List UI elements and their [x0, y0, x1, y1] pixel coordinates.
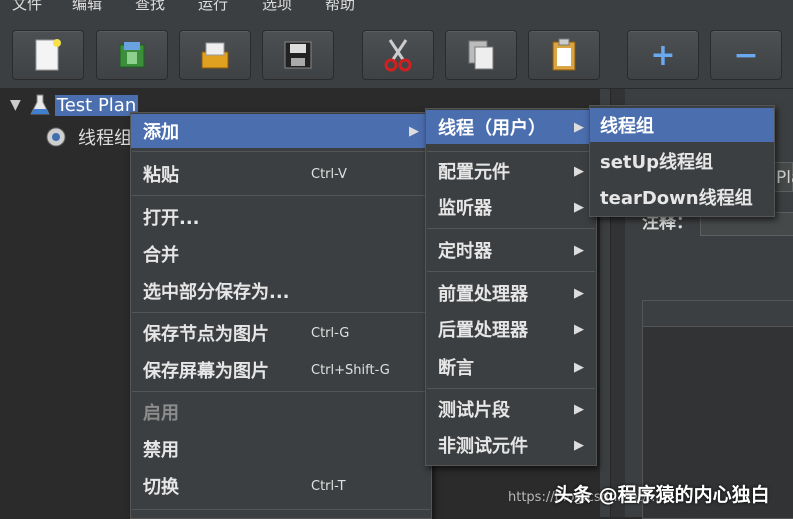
menu-file[interactable]: 文件: [12, 0, 42, 12]
submenu-arrow-icon: ▶: [574, 437, 584, 453]
submenu-arrow-icon: ▶: [574, 199, 584, 215]
cut-icon: [384, 39, 412, 72]
menu-bar: 文件 编辑 查找 运行 选项 帮助: [0, 0, 793, 12]
submenu-arrow-icon: ▶: [574, 321, 584, 337]
menu-item-thread-group[interactable]: 线程组: [590, 108, 774, 142]
menu-item-timer[interactable]: 定时器 ▶: [426, 233, 596, 267]
name-field[interactable]: Pla: [772, 162, 793, 192]
submenu-arrow-icon: ▶: [574, 401, 584, 417]
menu-separator: [132, 195, 430, 196]
open-button[interactable]: [179, 30, 251, 80]
menu-separator: [132, 312, 430, 313]
menu-item-paste[interactable]: 粘贴 Ctrl-V: [131, 157, 431, 191]
menu-separator: [427, 228, 595, 229]
menu-separator: [427, 388, 595, 389]
expand-button[interactable]: +: [627, 30, 699, 80]
submenu-arrow-icon: ▶: [574, 285, 584, 301]
save-button[interactable]: [262, 30, 334, 80]
menu-separator: [427, 151, 595, 152]
menu-item-save-screen-image[interactable]: 保存屏幕为图片 Ctrl+Shift-G: [131, 353, 431, 387]
templates-icon: [119, 42, 145, 68]
add-submenu: 线程（用户） ▶ 配置元件 ▶ 监听器 ▶ 定时器 ▶ 前置处理器 ▶ 后置处理…: [425, 108, 597, 466]
menu-item-toggle[interactable]: 切换 Ctrl-T: [131, 469, 431, 503]
test-plan-icon: [29, 94, 50, 115]
menu-item-setup-thread-group[interactable]: setUp线程组: [590, 144, 774, 178]
submenu-arrow-icon: ▶: [574, 119, 584, 135]
menu-options[interactable]: 选项: [262, 0, 292, 12]
menu-item-save-selection[interactable]: 选中部分保存为...: [131, 274, 431, 308]
menu-item-merge[interactable]: 合并: [131, 237, 431, 271]
submenu-arrow-icon: ▶: [574, 359, 584, 375]
tree-node-label: 线程组: [78, 128, 132, 149]
menu-separator: [427, 271, 595, 272]
menu-item-listener[interactable]: 监听器 ▶: [426, 190, 596, 224]
menu-separator: [132, 151, 430, 152]
menu-item-open[interactable]: 打开...: [131, 200, 431, 234]
save-icon: [284, 41, 312, 69]
copy-icon: [468, 40, 494, 70]
gear-icon: [46, 127, 66, 147]
collapse-minus-icon: −: [733, 37, 759, 73]
new-document-icon: [35, 39, 61, 71]
cut-button[interactable]: [362, 30, 434, 80]
collapse-triangle-icon[interactable]: ▼: [10, 97, 21, 113]
menu-item-teardown-thread-group[interactable]: tearDown线程组: [590, 180, 774, 214]
paste-button[interactable]: [528, 30, 600, 80]
threads-submenu: 线程组 setUp线程组 tearDown线程组: [589, 105, 775, 217]
tree-node-thread-group[interactable]: 线程组: [44, 125, 132, 149]
menu-item-post-processor[interactable]: 后置处理器 ▶: [426, 312, 596, 346]
paste-icon: [552, 38, 576, 71]
tree-node-test-plan[interactable]: ▼ Test Plan: [10, 93, 139, 117]
menu-item-threads[interactable]: 线程（用户） ▶: [426, 110, 596, 144]
new-button[interactable]: [12, 30, 84, 80]
watermark-text: 头条 @程序猿的内心独白: [554, 484, 770, 506]
menu-item-add[interactable]: 添加 ▶: [131, 114, 431, 148]
open-folder-icon: [201, 42, 229, 69]
table-header: [643, 301, 793, 327]
copy-button[interactable]: [445, 30, 517, 80]
menu-run[interactable]: 运行: [198, 0, 228, 12]
menu-item-test-fragment[interactable]: 测试片段 ▶: [426, 392, 596, 426]
expand-plus-icon: +: [650, 37, 676, 73]
menu-item-config-element[interactable]: 配置元件 ▶: [426, 154, 596, 188]
collapse-button[interactable]: −: [710, 30, 782, 80]
menu-item-assertion[interactable]: 断言 ▶: [426, 350, 596, 384]
menu-item-disable[interactable]: 禁用: [131, 432, 431, 466]
templates-button[interactable]: [96, 30, 168, 80]
menu-item-save-node-image[interactable]: 保存节点为图片 Ctrl-G: [131, 316, 431, 350]
menu-item-pre-processor[interactable]: 前置处理器 ▶: [426, 276, 596, 310]
menu-search[interactable]: 查找: [135, 0, 165, 12]
menu-separator: [132, 509, 430, 510]
context-menu: 添加 ▶ 粘贴 Ctrl-V 打开... 合并 选中部分保存为... 保存节点为…: [130, 112, 432, 519]
menu-item-non-test-element[interactable]: 非测试元件 ▶: [426, 428, 596, 462]
watermark: https://blog.csdn.net/... 头条 @程序猿的内心独白: [504, 478, 793, 514]
submenu-arrow-icon: ▶: [574, 163, 584, 179]
tree-node-label: Test Plan: [54, 94, 139, 116]
menu-edit[interactable]: 编辑: [72, 0, 102, 12]
menu-help[interactable]: 帮助: [325, 0, 355, 12]
menu-item-enable: 启用: [143, 403, 179, 424]
toolbar: + −: [0, 12, 793, 89]
menu-separator: [132, 391, 430, 392]
submenu-arrow-icon: ▶: [574, 242, 584, 258]
submenu-arrow-icon: ▶: [409, 123, 419, 139]
